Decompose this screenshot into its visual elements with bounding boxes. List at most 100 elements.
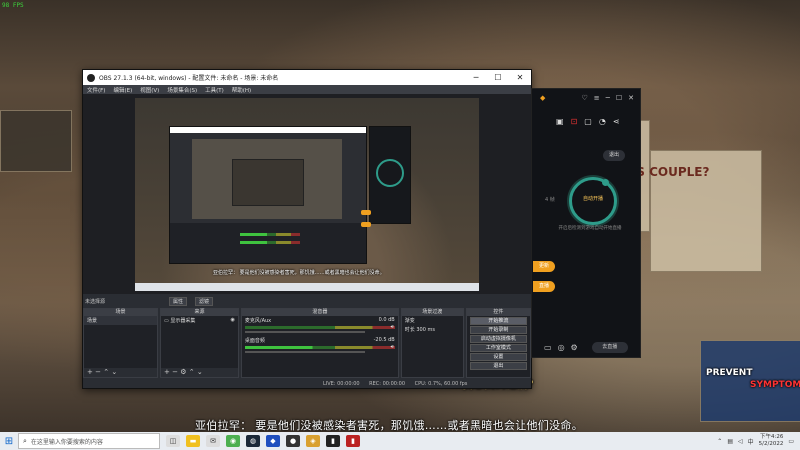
virtual-camera-button[interactable]: 启动虚拟摄像机 — [469, 335, 527, 343]
start-streaming-button[interactable]: 开始推流 — [469, 317, 527, 325]
exit-button[interactable]: 退出 — [469, 362, 527, 370]
studio-mode-button[interactable]: 工作室模式 — [469, 344, 527, 352]
notification-icon[interactable]: ▭ — [788, 438, 794, 445]
close-button[interactable]: ✕ — [509, 73, 531, 82]
scenes-header: 场景 — [84, 309, 157, 316]
menu-view[interactable]: 视图(V) — [140, 86, 159, 94]
windows-start-icon[interactable]: ⊞ — [0, 432, 18, 450]
obs-window[interactable]: OBS 27.1.3 (64-bit, windows) - 配置文件: 未命名… — [82, 69, 532, 389]
menu-icon[interactable]: ≡ — [594, 94, 600, 102]
nested-preview — [192, 139, 342, 219]
share-icon[interactable]: ⋖ — [613, 117, 620, 126]
remove-icon[interactable]: − — [172, 368, 178, 376]
gear-icon[interactable]: ⚙ — [180, 368, 186, 376]
clock-time: 下午4:26 — [759, 434, 784, 440]
input-language[interactable]: 中 — [748, 437, 754, 446]
up-arrow-icon[interactable]: ⌃ — [103, 368, 109, 376]
scenes-footer: + − ⌃ ⌄ — [84, 368, 157, 377]
remove-icon[interactable]: − — [95, 368, 101, 376]
volume-slider[interactable] — [244, 331, 365, 333]
menu-scene-collection[interactable]: 场景集合(S) — [167, 86, 197, 94]
preview-area[interactable]: 亚伯拉罕： 要是他们没被感染者害死，那饥饿……或者黑暗也会让他们没命。 — [83, 94, 531, 294]
menu-edit[interactable]: 编辑(E) — [113, 86, 132, 94]
side-tag[interactable]: 直播 — [533, 281, 555, 292]
volume-icon[interactable]: ◁ — [738, 438, 743, 445]
obs-icon[interactable]: ● — [286, 435, 300, 447]
shield-icon[interactable]: ♡ — [581, 94, 587, 102]
live-status: LIVE: 00:00:00 — [323, 381, 360, 387]
file-explorer-icon[interactable]: ▬ — [186, 435, 200, 447]
down-arrow-icon[interactable]: ⌄ — [197, 368, 203, 376]
nested-preview-inner — [232, 159, 304, 206]
nested-taskbar — [135, 283, 479, 291]
assistant-icon[interactable]: ◈ — [306, 435, 320, 447]
side-tag[interactable]: 更新 — [533, 261, 555, 272]
menu-tools[interactable]: 工具(T) — [205, 86, 224, 94]
mail-icon[interactable]: ✉ — [206, 435, 220, 447]
duration-label: 时长 — [404, 327, 415, 333]
gear-icon[interactable]: ⚙ — [571, 343, 578, 352]
nested-tag — [361, 210, 371, 215]
add-icon[interactable]: + — [87, 368, 93, 376]
obs-titlebar[interactable]: OBS 27.1.3 (64-bit, windows) - 配置文件: 未命名… — [83, 70, 531, 85]
speaker-icon[interactable]: 🔊︎ — [391, 324, 394, 330]
box-icon[interactable]: ▢ — [584, 117, 592, 126]
duration-value: 300 ms — [416, 327, 435, 333]
subtitle-main: 亚伯拉罕： 要是他们没被感染者害死，那饥饿……或者黑暗也会让他们没命。 — [195, 419, 583, 432]
network-icon[interactable]: ▤ — [727, 438, 733, 445]
auto-live-ring[interactable]: 自动开播 — [569, 177, 617, 225]
app-icon[interactable]: ◆ — [266, 435, 280, 447]
nested-titlebar — [170, 127, 366, 133]
volume-slider[interactable] — [244, 351, 365, 353]
source-item[interactable]: ▭ 显示器采集 ◉ — [161, 316, 238, 325]
steam-icon[interactable]: ◍ — [246, 435, 260, 447]
mixer-header: 混音器 — [241, 309, 398, 316]
fps-counter: 98 FPS — [2, 2, 24, 9]
controls-dock: 控件 开始推流 开始录制 启动虚拟摄像机 工作室模式 设置 退出 — [465, 308, 531, 378]
add-icon[interactable]: + — [164, 368, 170, 376]
chrome-icon[interactable]: ◉ — [226, 435, 240, 447]
side-bottom-bar: ▭ ◎ ⚙ 去直播 — [532, 337, 652, 357]
nested-ring — [376, 159, 404, 187]
game-icon[interactable]: ▮ — [346, 435, 360, 447]
maximize-icon[interactable]: ☐ — [616, 94, 622, 102]
game-icon[interactable]: ▮ — [326, 435, 340, 447]
controls-header: 控件 — [466, 309, 530, 316]
ring-check-icon — [602, 179, 609, 186]
scene-item[interactable]: 场景 — [84, 316, 157, 325]
speaker-icon[interactable]: 🔊︎ — [391, 344, 394, 350]
nested-subtitle: 亚伯拉罕： 要是他们没被感染者害死，那饥饿……或者黑暗也会让他们没命。 — [213, 270, 385, 276]
minimize-icon[interactable]: ─ — [606, 94, 610, 102]
properties-button[interactable]: 属性 — [169, 297, 188, 306]
bell-icon[interactable]: ◔ — [599, 117, 606, 126]
task-view-icon[interactable]: ◫ — [166, 435, 180, 447]
exit-pill-button[interactable]: 退出 — [603, 150, 625, 161]
auto-live-note: 开启后检测到游戏自动开始直播 — [558, 226, 622, 231]
channel-name: 麦克风/Aux — [244, 318, 272, 324]
up-arrow-icon[interactable]: ⌃ — [189, 368, 195, 376]
close-icon[interactable]: ✕ — [628, 94, 634, 102]
maximize-button[interactable]: ☐ — [487, 73, 509, 82]
clock-date: 5/2/2022 — [758, 441, 784, 447]
camera-icon[interactable]: ▭ — [544, 343, 552, 352]
go-live-button[interactable]: 去直播 — [591, 341, 628, 353]
menu-file[interactable]: 文件(F) — [87, 86, 105, 94]
tray-expand-icon[interactable]: ⌃ — [717, 438, 722, 445]
channel-name: 桌面音频 — [244, 338, 265, 344]
minimize-button[interactable]: ─ — [465, 73, 487, 82]
lock-icon[interactable]: ⊡ — [571, 117, 578, 126]
system-tray: ⌃ ▤ ◁ 中 下午4:26 5/2/2022 ▭ — [717, 434, 800, 448]
settings-button[interactable]: 设置 — [469, 353, 527, 361]
filters-button[interactable]: 滤镜 — [195, 297, 214, 306]
calendar-icon[interactable]: ▣ — [556, 117, 564, 126]
start-recording-button[interactable]: 开始录制 — [469, 326, 527, 334]
record-icon[interactable]: ◎ — [558, 343, 565, 352]
transition-select[interactable]: 渐变 — [402, 316, 463, 325]
duration-field[interactable]: 时长 300 ms — [402, 325, 463, 334]
taskbar-search[interactable]: ⌕ 在这里输入你要搜索的内容 — [18, 433, 160, 449]
menu-help[interactable]: 帮助(H) — [232, 86, 251, 94]
sources-dock: 来源 ▭ 显示器采集 ◉ + − ⚙ ⌃ ⌄ — [159, 308, 239, 378]
eye-icon[interactable]: ◉ — [231, 317, 235, 323]
down-arrow-icon[interactable]: ⌄ — [111, 368, 117, 376]
clock[interactable]: 下午4:26 5/2/2022 — [759, 434, 784, 448]
